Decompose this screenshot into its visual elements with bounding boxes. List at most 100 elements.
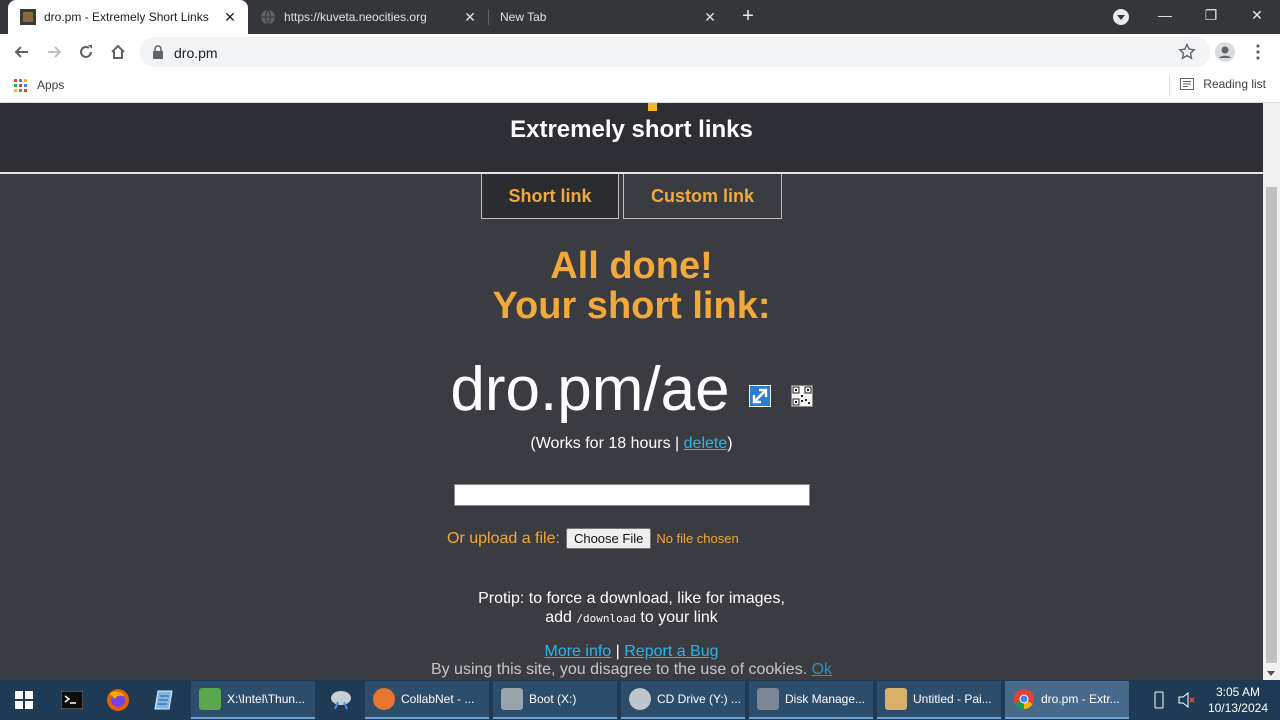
bookmark-star-icon[interactable] (1178, 43, 1196, 61)
no-file-chosen-text: No file chosen (656, 531, 739, 546)
taskbar-item-label: CD Drive (Y:) ... (657, 692, 742, 706)
scroll-thumb[interactable] (1266, 187, 1277, 663)
protip-add: add (545, 609, 572, 626)
protip-line-2: add /download to your link (0, 608, 1263, 628)
apps-label: Apps (37, 78, 65, 92)
tab-title: dro.pm - Extremely Short Links (44, 10, 209, 24)
taskbar-item-disk-management[interactable]: Disk Manage... (749, 681, 873, 719)
more-info-link[interactable]: More info (544, 643, 611, 660)
address-url[interactable]: dro.pm (174, 45, 218, 61)
upload-row: Or upload a file: Choose File No file ch… (447, 528, 739, 549)
notepad-icon[interactable] (141, 680, 187, 720)
qr-code-icon[interactable] (790, 385, 813, 407)
close-tab-icon[interactable]: ✕ (222, 9, 238, 25)
tab-short-link[interactable]: Short link (481, 174, 619, 219)
cookie-ok-link[interactable]: Ok (812, 661, 832, 678)
start-button[interactable] (0, 680, 48, 720)
site-header: Extremely short links (0, 103, 1263, 174)
footer-links: More info | Report a Bug (0, 643, 1263, 661)
taskbar-item-cd-drive[interactable]: CD Drive (Y:) ... (621, 681, 745, 719)
short-link-row: dro.pm/ae (0, 355, 1263, 425)
windows-logo-icon (15, 691, 33, 709)
explorer-icon (199, 688, 221, 710)
close-tab-icon[interactable]: ✕ (462, 9, 478, 25)
links-separator: | (611, 643, 625, 660)
protip-tail: to your link (640, 609, 718, 626)
dropm-favicon-icon (20, 9, 36, 25)
close-tab-icon[interactable]: ✕ (702, 9, 718, 25)
terminal-icon[interactable] (49, 680, 95, 720)
delete-link[interactable]: delete (684, 435, 728, 452)
windows-taskbar: X:\Intel\Thun... CollabNet - ... Boot (X… (0, 680, 1280, 720)
taskbar-item-label: CollabNet - ... (401, 692, 475, 706)
site-logo (648, 103, 657, 111)
browser-toolbar: dro.pm (0, 34, 1280, 70)
device-icon[interactable] (1152, 691, 1166, 709)
restore-icon[interactable]: ❐ (1188, 0, 1234, 34)
link-type-tabs: Short link Custom link (481, 174, 782, 219)
upload-label: Or upload a file: (447, 529, 560, 547)
site-tagline: Extremely short links (510, 116, 753, 143)
browser-tab-dropm[interactable]: dro.pm - Extremely Short Links ✕ (8, 0, 248, 34)
drive-icon (501, 688, 523, 710)
scroll-down-arrow-icon[interactable] (1267, 671, 1275, 676)
taskbar-item-label: Untitled - Pai... (913, 692, 992, 706)
firefox-small-icon (373, 688, 395, 710)
lock-icon (153, 45, 163, 59)
open-link-icon[interactable] (748, 384, 772, 408)
minimize-icon[interactable]: — (1142, 0, 1188, 34)
browser-tab-strip: dro.pm - Extremely Short Links ✕ https:/… (0, 0, 1280, 34)
cookie-text: By using this site, you disagree to the … (430, 661, 812, 678)
link-input-textarea[interactable] (454, 484, 810, 506)
paint-icon (885, 688, 907, 710)
tab-title: https://kuveta.neocities.org (284, 10, 427, 24)
browser-tab-kuveta[interactable]: https://kuveta.neocities.org ✕ (248, 0, 488, 34)
reading-list-icon (1180, 78, 1195, 90)
protip: Protip: to force a download, like for im… (0, 589, 1263, 628)
taskbar-item-collabnet[interactable]: CollabNet - ... (365, 681, 489, 719)
reading-list-label: Reading list (1203, 77, 1266, 91)
reading-list-button[interactable]: Reading list (1180, 77, 1266, 91)
taskbar-item-boot-drive[interactable]: Boot (X:) (493, 681, 617, 719)
new-tab-icon[interactable]: + (738, 6, 758, 27)
home-icon[interactable] (106, 40, 130, 64)
browser-menu-icon[interactable] (1246, 40, 1270, 64)
reload-icon[interactable] (74, 40, 98, 64)
protip-line: Protip: to force a download, like for im… (478, 590, 785, 607)
clock-time: 3:05 AM (1215, 685, 1260, 699)
taskbar-item-file-explorer[interactable]: X:\Intel\Thun... (191, 681, 315, 719)
download-code: /download (576, 612, 636, 625)
forward-icon[interactable] (42, 40, 66, 64)
system-tray: 3:05 AM 10/13/2024 (1152, 680, 1280, 720)
firefox-icon[interactable] (95, 680, 141, 720)
your-short-link-text: Your short link: (492, 285, 771, 327)
network-app-icon[interactable] (318, 680, 364, 720)
taskbar-item-chrome-dropm[interactable]: dro.pm - Extr... (1005, 681, 1129, 719)
chrome-icon (1014, 689, 1034, 710)
apps-shortcut[interactable]: Apps (14, 78, 64, 92)
taskbar-item-label: Disk Manage... (785, 692, 866, 706)
tab-title: New Tab (500, 10, 547, 24)
profile-avatar-icon[interactable] (1213, 40, 1237, 64)
page-content: Extremely short links Short link Custom … (0, 103, 1263, 680)
bookmarks-bar: Apps Reading list (0, 70, 1280, 103)
taskbar-clock[interactable]: 3:05 AM 10/13/2024 (1208, 684, 1268, 716)
address-bar[interactable]: dro.pm (140, 37, 1210, 67)
short-link-value[interactable]: dro.pm/ae (450, 355, 729, 425)
result-heading: All done! Your short link: (0, 246, 1263, 326)
page-scrollbar[interactable] (1263, 103, 1280, 680)
tab-search-icon[interactable] (1113, 9, 1129, 25)
tab-custom-link[interactable]: Custom link (623, 174, 782, 219)
back-icon[interactable] (10, 40, 34, 64)
expiry-text: (Works for 18 hours | (530, 435, 684, 452)
expiry-note: (Works for 18 hours | delete) (0, 435, 1263, 453)
window-close-icon[interactable]: ✕ (1234, 0, 1280, 34)
choose-file-button[interactable]: Choose File (565, 528, 652, 549)
report-bug-link[interactable]: Report a Bug (624, 643, 718, 660)
volume-muted-icon[interactable] (1178, 692, 1196, 708)
all-done-text: All done! (550, 245, 713, 287)
browser-tab-new[interactable]: New Tab ✕ (488, 0, 728, 34)
taskbar-item-paint[interactable]: Untitled - Pai... (877, 681, 1001, 719)
cd-drive-icon (629, 688, 651, 710)
taskbar-item-label: Boot (X:) (529, 692, 577, 706)
